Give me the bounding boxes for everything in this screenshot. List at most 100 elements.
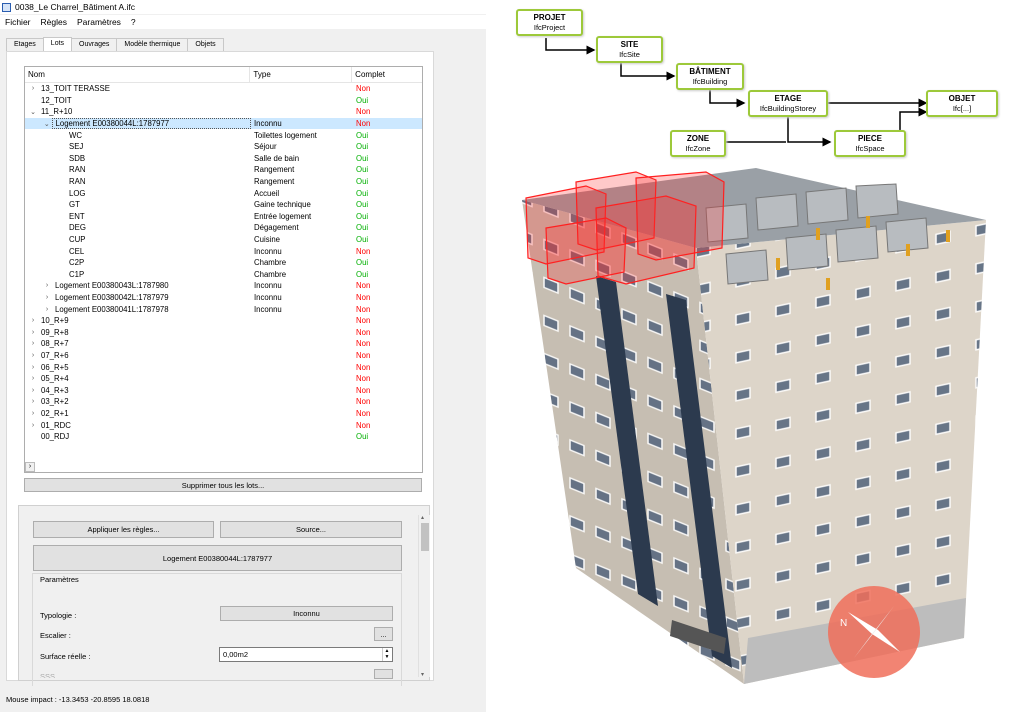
collapsed-arrow-icon[interactable]: › xyxy=(28,410,38,417)
tree-cell-type: Rangement xyxy=(254,165,295,175)
delete-all-lots-button[interactable]: Supprimer tous les lots... xyxy=(24,478,422,492)
tab-etages[interactable]: Etages xyxy=(6,38,44,51)
tree-row[interactable]: ⌄ 11_R+10 Non xyxy=(25,106,422,118)
tree-cell-nom: › Logement E00380041L:1787978 xyxy=(25,305,251,314)
collapsed-arrow-icon[interactable]: › xyxy=(28,317,38,324)
tree-row[interactable]: › 02_R+1 Non xyxy=(25,408,422,420)
tree-cell-nom: › 07_R+6 xyxy=(25,351,251,360)
menu-bar: Fichier Règles Paramètres ? xyxy=(0,15,486,29)
lots-tree[interactable]: Nom Type Complet ⌃ › 13_TOIT TERASSE Non 12… xyxy=(24,66,423,473)
scroll-up-icon[interactable]: ▴ xyxy=(421,514,424,521)
tree-row[interactable]: › 06_R+5 Non xyxy=(25,361,422,373)
tree-cell-complet: Oui xyxy=(356,165,369,175)
scroll-left-icon[interactable]: › xyxy=(25,462,35,472)
tree-row[interactable]: › Logement E00380042L:1787979 Inconnu Non xyxy=(25,292,422,304)
collapsed-arrow-icon[interactable]: › xyxy=(42,306,52,313)
tree-row[interactable]: RAN Rangement Oui xyxy=(25,176,422,188)
tree-row[interactable]: › 10_R+9 Non xyxy=(25,315,422,327)
tree-item-label: 02_R+1 xyxy=(41,408,69,418)
tree-row[interactable]: RAN Rangement Oui xyxy=(25,164,422,176)
tree-row[interactable]: C1P Chambre Oui xyxy=(25,269,422,281)
escalier-browse-button[interactable]: ... xyxy=(374,627,393,641)
tab-ouvrages[interactable]: Ouvrages xyxy=(71,38,118,51)
tree-item-label: WC xyxy=(69,130,82,140)
tree-row[interactable]: › 09_R+8 Non xyxy=(25,326,422,338)
tree-row[interactable]: › 07_R+6 Non xyxy=(25,350,422,362)
tree-row[interactable]: › 13_TOIT TERASSE Non xyxy=(25,83,422,95)
tree-cell-complet: Non xyxy=(356,362,371,372)
tree-cell-type: Entrée logement xyxy=(254,211,312,221)
piece-title: PIECE xyxy=(857,134,882,143)
tab-lots[interactable]: Lots xyxy=(42,37,73,51)
tree-item-label: 03_R+2 xyxy=(41,397,69,407)
collapsed-arrow-icon[interactable]: › xyxy=(28,375,38,382)
menu-help[interactable]: ? xyxy=(126,17,141,27)
tree-row[interactable]: 12_TOIT Oui xyxy=(25,95,422,107)
current-lot-button[interactable]: Logement E00380044L:1787977 xyxy=(33,545,402,571)
next-field-button[interactable] xyxy=(374,669,393,679)
scroll-down-icon[interactable]: ▾ xyxy=(421,671,424,678)
tree-row[interactable]: C2P Chambre Oui xyxy=(25,257,422,269)
tree-cell-nom: ⌄ 11_R+10 xyxy=(25,107,251,116)
collapsed-arrow-icon[interactable]: › xyxy=(28,398,38,405)
tree-row[interactable]: WC Toilettes logement Oui xyxy=(25,129,422,141)
collapsed-arrow-icon[interactable]: › xyxy=(42,282,52,289)
tree-cell-complet: Oui xyxy=(356,269,369,279)
tree-row[interactable]: › 08_R+7 Non xyxy=(25,338,422,350)
tree-cell-nom: C1P xyxy=(25,270,251,279)
diagram-box-site: SITE IfcSite xyxy=(596,36,663,63)
tree-row[interactable]: LOG Accueil Oui xyxy=(25,187,422,199)
expanded-arrow-icon[interactable]: ⌄ xyxy=(42,120,52,128)
building-3d-view[interactable]: N xyxy=(486,168,1024,686)
collapsed-arrow-icon[interactable]: › xyxy=(28,329,38,336)
menu-fichier[interactable]: Fichier xyxy=(0,17,36,27)
collapsed-arrow-icon[interactable]: › xyxy=(28,352,38,359)
objet-title: OBJET xyxy=(948,94,976,103)
tree-row[interactable]: 00_RDJ Oui xyxy=(25,431,422,443)
details-scrollbar[interactable]: ▴ ▾ xyxy=(418,514,430,678)
source-button[interactable]: Source... xyxy=(220,521,402,538)
tree-cell-complet: Non xyxy=(356,304,371,314)
surface-input[interactable]: 0,00m2 ▲ ▼ xyxy=(219,647,393,662)
tree-cell-complet: Non xyxy=(356,316,371,326)
tree-row[interactable]: ⌄ Logement E00380044L:1787977 Inconnu Non xyxy=(25,117,422,130)
spin-arrows-icon[interactable]: ▲ ▼ xyxy=(382,648,391,661)
compass-icon: N xyxy=(828,586,920,678)
tree-row[interactable]: › Logement E00380043L:1787980 Inconnu Non xyxy=(25,280,422,292)
tree-row[interactable]: SEJ Séjour Oui xyxy=(25,141,422,153)
tree-row[interactable]: DEG Dégagement Oui xyxy=(25,222,422,234)
tree-item-label: 08_R+7 xyxy=(41,339,69,349)
collapsed-arrow-icon[interactable]: › xyxy=(28,85,38,92)
tree-row[interactable]: GT Gaine technique Oui xyxy=(25,199,422,211)
typologie-select[interactable]: Inconnu xyxy=(220,606,393,621)
column-header-complet[interactable]: Complet xyxy=(352,67,422,82)
column-header-type[interactable]: Type xyxy=(250,67,353,82)
collapsed-arrow-icon[interactable]: › xyxy=(28,422,38,429)
tree-row[interactable]: › 05_R+4 Non xyxy=(25,373,422,385)
tree-row[interactable]: › 03_R+2 Non xyxy=(25,396,422,408)
expanded-arrow-icon[interactable]: ⌄ xyxy=(28,108,38,116)
tree-cell-type: Inconnu xyxy=(254,281,282,291)
tree-row[interactable]: SDB Salle de bain Oui xyxy=(25,153,422,165)
tree-row[interactable]: › 01_RDC Non xyxy=(25,419,422,431)
tab-objets[interactable]: Objets xyxy=(187,38,224,51)
menu-regles[interactable]: Règles xyxy=(36,17,72,27)
collapsed-arrow-icon[interactable]: › xyxy=(42,294,52,301)
tree-item-label: ENT xyxy=(69,211,85,221)
collapsed-arrow-icon[interactable]: › xyxy=(28,364,38,371)
tree-row[interactable]: › Logement E00380041L:1787978 Inconnu Non xyxy=(25,303,422,315)
apply-rules-button[interactable]: Appliquer les règles... xyxy=(33,521,214,538)
scrollbar-thumb[interactable] xyxy=(421,523,429,551)
tree-row[interactable]: › 04_R+3 Non xyxy=(25,384,422,396)
tree-cell-type: Accueil xyxy=(254,188,280,198)
tree-row[interactable]: CEL Inconnu Non xyxy=(25,245,422,257)
collapsed-arrow-icon[interactable]: › xyxy=(28,340,38,347)
tree-cell-complet: Non xyxy=(356,397,371,407)
menu-parametres[interactable]: Paramètres xyxy=(72,17,126,27)
tree-row[interactable]: ENT Entrée logement Oui xyxy=(25,211,422,223)
projet-sub: IfcProject xyxy=(533,23,566,32)
tab-modele-thermique[interactable]: Modèle thermique xyxy=(116,38,189,51)
tree-row[interactable]: CUP Cuisine Oui xyxy=(25,234,422,246)
collapsed-arrow-icon[interactable]: › xyxy=(28,387,38,394)
connector-site-batiment xyxy=(620,63,676,81)
